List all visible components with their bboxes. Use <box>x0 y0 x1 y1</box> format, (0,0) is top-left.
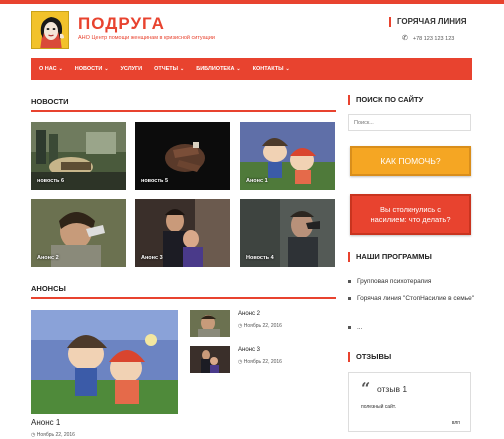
program-item-more[interactable]: ... <box>348 323 476 333</box>
nav-item-reports[interactable]: ОТЧЕТЫ ⌄ <box>154 66 184 72</box>
announcement-featured-date: ◷ Ноябрь 22, 2016 <box>31 432 75 438</box>
nav-item-library[interactable]: БИБЛИОТЕКА ⌄ <box>196 66 240 72</box>
programs-section-title: НАШИ ПРОГРАММЫ <box>348 252 432 262</box>
nav-item-label: О НАС <box>39 66 57 72</box>
news-card-4[interactable]: Новость 4 <box>240 199 335 267</box>
news-card-caption: Анонс 1 <box>246 178 268 184</box>
news-card-announce-3[interactable]: Анонс 3 <box>135 199 230 267</box>
reviews-section-title: ОТЗЫВЫ <box>348 352 391 362</box>
review-title: отзыв 1 <box>377 384 408 394</box>
program-item-hotline[interactable]: Горячая линия "СтопНасилие в семье" <box>348 294 476 304</box>
hotline-phone: ✆ +78 123 123 123 <box>402 34 454 42</box>
quote-icon: “ <box>361 379 371 398</box>
news-card-5[interactable]: новость 5 <box>135 122 230 190</box>
news-card-caption: новость 5 <box>141 178 168 184</box>
announcement-featured-title[interactable]: Анонс 1 <box>31 418 60 427</box>
hotline-phone-number: +78 123 123 123 <box>412 36 455 42</box>
main-navigation: О НАС ⌄ НОВОСТИ ⌄ УСЛУГИ ОТЧЕТЫ ⌄ БИБЛИОТЕК… <box>31 58 472 80</box>
nav-item-label: УСЛУГИ <box>120 66 143 72</box>
program-item-group-therapy[interactable]: Групповая психотерапия <box>348 277 476 287</box>
site-title[interactable]: ПОДРУГА <box>78 14 165 34</box>
nav-item-label: КОНТАКТЫ <box>252 66 284 72</box>
nav-item-about[interactable]: О НАС ⌄ <box>39 66 63 72</box>
chevron-down-icon: ⌄ <box>180 66 185 72</box>
announcements-section-divider <box>31 297 336 299</box>
announcement-thumb-3[interactable] <box>190 346 230 373</box>
chevron-down-icon: ⌄ <box>58 66 63 72</box>
news-card-caption: Новость 4 <box>246 255 274 261</box>
search-input[interactable] <box>348 114 471 131</box>
nav-item-news[interactable]: НОВОСТИ ⌄ <box>75 66 109 72</box>
announcement-thumb-2[interactable] <box>190 310 230 337</box>
review-author: влп <box>451 420 460 426</box>
news-card-announce-2[interactable]: Анонс 2 <box>31 199 126 267</box>
site-tagline: АНО Центр помощи женщинам в кризисной си… <box>78 35 215 41</box>
hotline-title: ГОРЯЧАЯ ЛИНИЯ <box>389 17 467 27</box>
news-card-caption: новость 6 <box>37 178 64 184</box>
date-text: Ноябрь 22, 2016 <box>36 432 75 438</box>
nav-item-label: ОТЧЕТЫ <box>154 66 179 72</box>
nav-item-services[interactable]: УСЛУГИ <box>121 66 143 72</box>
announcement-featured-image[interactable] <box>31 310 178 414</box>
chevron-down-icon: ⌄ <box>236 66 241 72</box>
search-section-title: ПОИСК ПО САЙТУ <box>348 95 423 105</box>
nav-item-contacts[interactable]: КОНТАКТЫ ⌄ <box>253 66 290 72</box>
review-text: полезный сайт. <box>361 404 396 410</box>
news-card-caption: Анонс 3 <box>141 255 163 261</box>
announcement-2-date: ◷ Ноябрь 22, 2016 <box>238 323 282 329</box>
phone-icon: ✆ <box>402 35 408 42</box>
news-card-caption: Анонс 2 <box>37 255 59 261</box>
nav-item-label: НОВОСТИ <box>74 66 103 72</box>
review-card: “ отзыв 1 полезный сайт. влп <box>348 372 471 432</box>
announcement-2-title[interactable]: Анонс 2 <box>238 311 260 317</box>
how-to-help-button[interactable]: КАК ПОМОЧЬ? <box>350 146 471 176</box>
faced-violence-button[interactable]: Вы столкнулись с насилием: что делать? <box>350 194 471 235</box>
chevron-down-icon: ⌄ <box>104 66 109 72</box>
news-section-title: НОВОСТИ <box>31 97 69 106</box>
announcement-3-title[interactable]: Анонс 3 <box>238 347 260 353</box>
date-text: Ноябрь 22, 2016 <box>243 323 282 329</box>
news-section-divider <box>31 110 336 112</box>
news-card-announce-1[interactable]: Анонс 1 <box>240 122 335 190</box>
news-card-6[interactable]: новость 6 <box>31 122 126 190</box>
announcements-section-title: АНОНСЫ <box>31 284 66 293</box>
announcement-3-date: ◷ Ноябрь 22, 2016 <box>238 359 282 365</box>
site-logo[interactable] <box>31 11 69 49</box>
chevron-down-icon: ⌄ <box>285 66 290 72</box>
top-accent-bar <box>0 0 504 4</box>
nav-item-label: БИБЛИОТЕКА <box>196 66 235 72</box>
date-text: Ноябрь 22, 2016 <box>243 359 282 365</box>
